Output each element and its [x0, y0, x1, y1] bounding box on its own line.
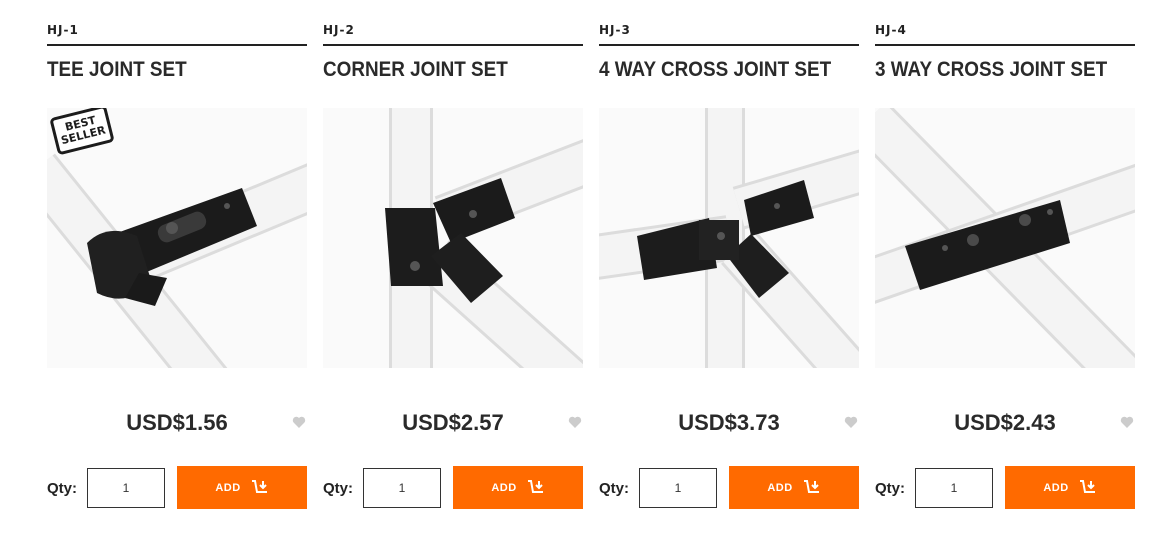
product-title[interactable]: TEE JOINT SET: [47, 58, 187, 82]
add-button-label: ADD: [1043, 481, 1069, 494]
title-divider: [599, 44, 859, 46]
cart-add-icon: [803, 479, 819, 493]
title-divider: [47, 44, 307, 46]
add-to-cart-button[interactable]: ADD: [453, 466, 583, 509]
product-price: USD$2.57: [402, 410, 504, 435]
product-price: USD$2.43: [954, 410, 1056, 435]
add-to-cart-button[interactable]: ADD: [1005, 466, 1135, 509]
three-way-joint-image[interactable]: [875, 108, 1135, 368]
tee-joint-image[interactable]: BEST SELLER: [47, 108, 307, 368]
product-card: HJ-1 TEE JOINT SET BEST SELLER USD$1.56: [47, 0, 307, 544]
heart-icon[interactable]: [291, 414, 307, 430]
qty-label: Qty:: [875, 480, 905, 497]
product-sku: HJ-1: [47, 23, 79, 37]
heart-icon[interactable]: [843, 414, 859, 430]
add-to-cart-button[interactable]: ADD: [729, 466, 859, 509]
add-button-label: ADD: [215, 481, 241, 494]
product-sku: HJ-3: [599, 23, 631, 37]
heart-icon[interactable]: [1119, 414, 1135, 430]
heart-icon[interactable]: [567, 414, 583, 430]
product-title[interactable]: 4 WAY CROSS JOINT SET: [599, 58, 831, 82]
four-way-joint-image[interactable]: [599, 108, 859, 368]
qty-input[interactable]: [363, 468, 441, 508]
product-sku: HJ-2: [323, 23, 355, 37]
cart-add-icon: [1079, 479, 1095, 493]
title-divider: [323, 44, 583, 46]
qty-label: Qty:: [47, 480, 77, 497]
cart-add-icon: [251, 479, 267, 493]
cart-add-icon: [527, 479, 543, 493]
qty-input[interactable]: [639, 468, 717, 508]
product-card: HJ-4 3 WAY CROSS JOINT SET USD$2.43 Qty:…: [875, 0, 1135, 544]
add-to-cart-button[interactable]: ADD: [177, 466, 307, 509]
product-sku: HJ-4: [875, 23, 907, 37]
product-title[interactable]: 3 WAY CROSS JOINT SET: [875, 58, 1107, 82]
product-card: HJ-2 CORNER JOINT SET USD$2.57 Qty: 1 AD…: [323, 0, 583, 544]
qty-label: Qty:: [599, 480, 629, 497]
product-title[interactable]: CORNER JOINT SET: [323, 58, 508, 82]
qty-input[interactable]: [915, 468, 993, 508]
qty-label: Qty:: [323, 480, 353, 497]
product-grid: HJ-1 TEE JOINT SET BEST SELLER USD$1.56: [47, 0, 1135, 544]
product-card: HJ-3 4 WAY CROSS JOINT SET USD$3.73 Qty:…: [599, 0, 859, 544]
add-button-label: ADD: [491, 481, 517, 494]
qty-input[interactable]: [87, 468, 165, 508]
corner-joint-image[interactable]: [323, 108, 583, 368]
product-price: USD$3.73: [678, 410, 780, 435]
title-divider: [875, 44, 1135, 46]
add-button-label: ADD: [767, 481, 793, 494]
product-price: USD$1.56: [126, 410, 228, 435]
